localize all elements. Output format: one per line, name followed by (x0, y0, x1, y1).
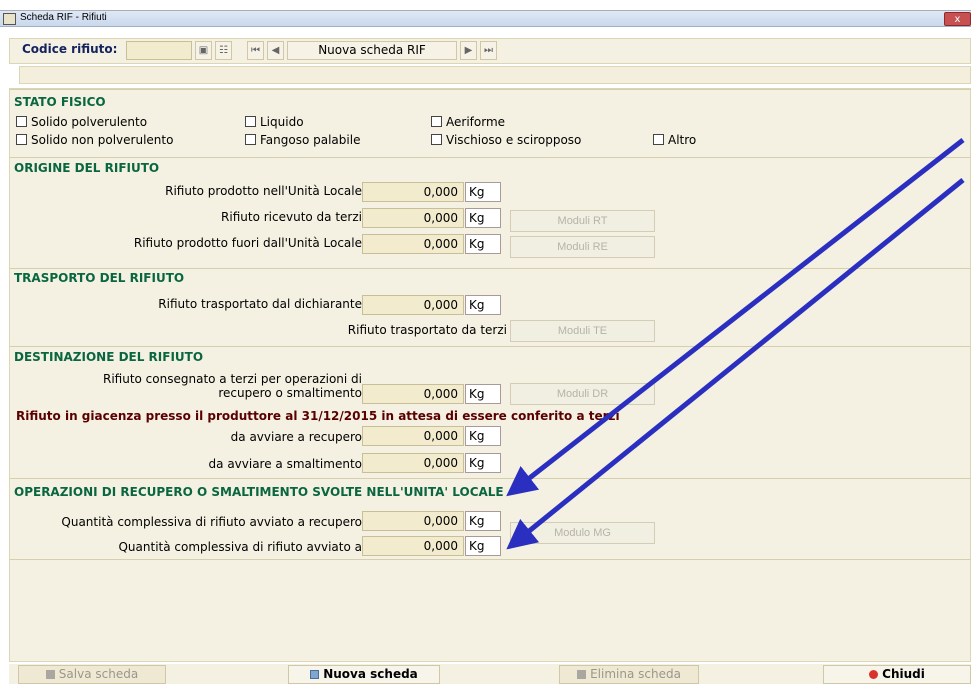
unit-label: Kg (465, 511, 501, 531)
delete-icon (577, 670, 587, 679)
checkbox-altro[interactable]: Altro (653, 133, 696, 147)
checkbox-solido-polverulento[interactable]: Solido polverulento (16, 115, 147, 129)
form-view-icon[interactable]: ▣ (195, 41, 212, 60)
checkbox-icon[interactable] (245, 116, 256, 127)
next-record-icon[interactable]: ▶ (460, 41, 477, 60)
section-operazioni: OPERAZIONI DI RECUPERO O SMALTIMENTO SVO… (10, 478, 971, 560)
checkbox-label: Solido non polverulento (31, 133, 174, 147)
checkbox-label: Fangoso palabile (260, 133, 361, 147)
close-icon (869, 670, 879, 679)
field-label: da avviare a smaltimento (208, 457, 362, 471)
field-label: Quantità complessiva di rifiuto avviato … (61, 515, 362, 529)
field-label: Rifiuto ricevuto da terzi (221, 210, 362, 224)
checkbox-label: Altro (668, 133, 697, 147)
trasportato-dichiarante-value[interactable]: 0,000 (362, 295, 464, 315)
checkbox-vischioso[interactable]: Vischioso e sciropposo (431, 133, 581, 147)
section-title: OPERAZIONI DI RECUPERO O SMALTIMENTO SVO… (14, 485, 504, 499)
save-label: Salva scheda (58, 667, 139, 681)
ricevuto-terzi-value[interactable]: 0,000 (362, 208, 464, 228)
unit-label: Kg (465, 453, 501, 473)
moduli-te-button[interactable]: Moduli TE (510, 320, 655, 342)
field-label: Rifiuto prodotto fuori dall'Unità Locale (133, 236, 362, 250)
unit-label: Kg (465, 182, 501, 202)
checkbox-icon[interactable] (245, 134, 256, 145)
section-title: TRASPORTO DEL RIFIUTO (14, 271, 185, 285)
checkbox-label: Liquido (260, 115, 304, 129)
checkbox-icon[interactable] (653, 134, 664, 145)
prev-record-icon[interactable]: ◀ (267, 41, 284, 60)
giacenza-smaltimento-value[interactable]: 0,000 (362, 453, 464, 473)
checkbox-label: Vischioso e sciropposo (446, 133, 582, 147)
new-doc-icon (310, 670, 320, 679)
first-record-icon[interactable]: ⏮ (247, 41, 264, 60)
checkbox-solido-non-polverulento[interactable]: Solido non polverulento (16, 133, 173, 147)
giacenza-title: Rifiuto in giacenza presso il produttore… (16, 409, 620, 423)
new-record-button[interactable]: Nuova scheda RIF (287, 41, 457, 60)
app-icon (3, 13, 16, 25)
unit-label: Kg (465, 234, 501, 254)
checkbox-icon[interactable] (16, 116, 27, 127)
footer-bar: Salva scheda Nuova scheda Elimina scheda… (9, 664, 971, 684)
unit-label: Kg (465, 426, 501, 446)
operazioni-smaltimento-value[interactable]: 0,000 (362, 536, 464, 556)
field-label: Rifiuto prodotto nell'Unità Locale (165, 184, 362, 198)
list-view-icon[interactable]: ☷ (215, 41, 232, 60)
close-button[interactable]: Chiudi (823, 665, 971, 684)
moduli-dr-button[interactable]: Moduli DR (510, 383, 655, 405)
unit-label: Kg (465, 295, 501, 315)
checkbox-label: Solido polverulento (31, 115, 148, 129)
checkbox-icon[interactable] (431, 134, 442, 145)
delete-label: Elimina scheda (590, 667, 681, 681)
new-label: Nuova scheda (323, 667, 418, 681)
section-destinazione: DESTINAZIONE DEL RIFIUTO Rifiuto consegn… (10, 346, 971, 477)
prodotto-fuori-ul-value[interactable]: 0,000 (362, 234, 464, 254)
window-titlebar: Scheda RIF - Rifiuti x (0, 10, 971, 27)
code-field[interactable] (126, 41, 192, 60)
window-close-button[interactable]: x (944, 12, 971, 26)
section-title: ORIGINE DEL RIFIUTO (14, 161, 160, 175)
giacenza-recupero-value[interactable]: 0,000 (362, 426, 464, 446)
prodotto-ul-value[interactable]: 0,000 (362, 182, 464, 202)
field-label: Rifiuto trasportato dal dichiarante (158, 297, 362, 311)
window-title: Scheda RIF - Rifiuti (20, 12, 107, 23)
field-label: recupero o smaltimento (218, 386, 362, 400)
unit-label: Kg (465, 384, 501, 404)
field-label: da avviare a recupero (230, 430, 362, 444)
status-bar (19, 66, 971, 84)
main-form: STATO FISICO Solido polverulento Liquido… (9, 88, 971, 662)
section-title: STATO FISICO (14, 95, 106, 109)
field-label: Quantità complessiva di rifiuto avviato … (118, 540, 362, 554)
operazioni-recupero-value[interactable]: 0,000 (362, 511, 464, 531)
field-label: Rifiuto trasportato da terzi (347, 323, 507, 337)
consegnato-terzi-value[interactable]: 0,000 (362, 384, 464, 404)
checkbox-icon[interactable] (16, 134, 27, 145)
section-trasporto: TRASPORTO DEL RIFIUTO Rifiuto trasportat… (10, 268, 971, 346)
save-icon (45, 670, 55, 679)
record-toolbar: Codice rifiuto: ▣ ☷ ⏮ ◀ Nuova scheda RIF… (9, 38, 971, 64)
section-stato-fisico: STATO FISICO Solido polverulento Liquido… (10, 89, 971, 153)
new-button[interactable]: Nuova scheda (288, 665, 440, 684)
delete-button[interactable]: Elimina scheda (559, 665, 699, 684)
unit-label: Kg (465, 208, 501, 228)
section-origine: ORIGINE DEL RIFIUTO Rifiuto prodotto nel… (10, 157, 971, 267)
checkbox-fangoso-palabile[interactable]: Fangoso palabile (245, 133, 360, 147)
section-title: DESTINAZIONE DEL RIFIUTO (14, 350, 204, 364)
modulo-mg-button[interactable]: Modulo MG (510, 522, 655, 544)
checkbox-label: Aeriforme (446, 115, 506, 129)
field-label: Rifiuto consegnato a terzi per operazion… (102, 372, 362, 386)
moduli-re-button[interactable]: Moduli RE (510, 236, 655, 258)
unit-label: Kg (465, 536, 501, 556)
close-label: Chiudi (882, 667, 925, 681)
checkbox-icon[interactable] (431, 116, 442, 127)
last-record-icon[interactable]: ⏭ (480, 41, 497, 60)
checkbox-aeriforme[interactable]: Aeriforme (431, 115, 505, 129)
moduli-rt-button[interactable]: Moduli RT (510, 210, 655, 232)
code-label: Codice rifiuto: (22, 42, 118, 56)
save-button[interactable]: Salva scheda (18, 665, 166, 684)
checkbox-liquido[interactable]: Liquido (245, 115, 304, 129)
